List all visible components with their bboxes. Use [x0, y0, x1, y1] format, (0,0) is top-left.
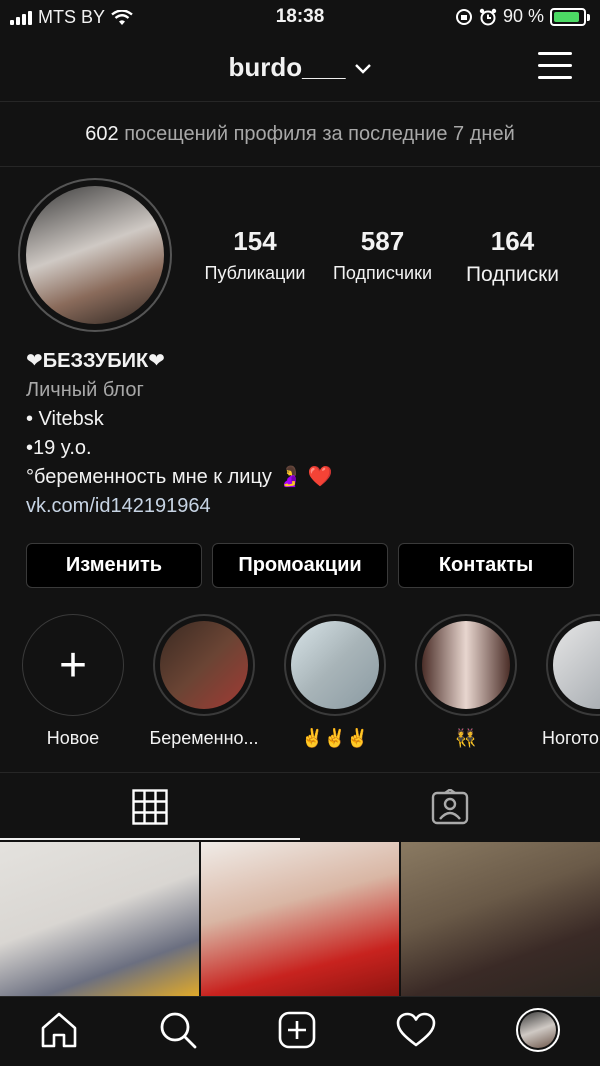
edit-profile-button[interactable]: Изменить	[26, 543, 202, 588]
status-bar: MTS BY 18:38 90 %	[0, 0, 600, 34]
stat-followers[interactable]: 587 Подписчики	[320, 226, 445, 287]
battery-icon	[550, 7, 590, 26]
profile-bio: ❤БЕЗЗУБИК❤ Личный блог • Vitebsk •19 y.o…	[26, 347, 586, 521]
battery-percent: 90 %	[502, 6, 544, 26]
account-switcher[interactable]: burdo___	[0, 52, 600, 83]
highlight-cover	[291, 621, 379, 709]
highlight-item[interactable]: Ногото	[542, 614, 600, 749]
stat-label: Публикации	[204, 263, 306, 283]
stat-label: Подписчики	[332, 263, 433, 283]
username-label: burdo___	[228, 52, 346, 82]
highlight-cover	[553, 621, 600, 709]
highlight-label: 👯	[454, 728, 478, 748]
profile-stats: 154 Публикации 587 Подписчики 164 Подпис…	[190, 226, 580, 287]
bio-line-status: °беременность мне к лицу 🤰 ❤️	[26, 466, 333, 488]
orientation-lock-icon	[455, 8, 472, 25]
home-icon[interactable]	[40, 1011, 78, 1049]
bio-line-location: • Vitebsk	[26, 408, 104, 430]
highlight-cover	[160, 621, 248, 709]
grid-icon	[132, 788, 168, 825]
tab-tagged[interactable]	[300, 773, 600, 840]
highlight-label: Новое	[46, 728, 100, 748]
alarm-icon	[479, 8, 497, 25]
post-thumbnail[interactable]	[200, 842, 400, 996]
menu-icon[interactable]	[538, 52, 572, 82]
stat-posts[interactable]: 154 Публикации	[190, 226, 320, 287]
tagged-person-icon	[431, 788, 469, 824]
category-label: Личный блог	[26, 379, 144, 401]
profile-avatar[interactable]	[18, 178, 172, 332]
story-highlights: + Новое Беременно... ✌️✌️✌️ 👯 Ногото	[0, 614, 600, 754]
promotions-button[interactable]: Промоакции	[212, 543, 388, 588]
plus-icon: +	[22, 614, 124, 716]
status-right: 90 %	[455, 6, 590, 27]
highlight-label: Беременно...	[149, 728, 259, 748]
profile-actions: Изменить Промоакции Контакты	[26, 543, 574, 588]
tab-grid[interactable]	[0, 773, 300, 840]
profile-header: burdo___	[0, 34, 600, 102]
contacts-button[interactable]: Контакты	[398, 543, 574, 588]
highlight-new[interactable]: + Новое	[18, 614, 128, 749]
profile-avatar-tab[interactable]	[516, 1007, 560, 1052]
post-thumbnail[interactable]	[0, 842, 199, 996]
display-name: ❤БЕЗЗУБИК❤	[26, 350, 165, 372]
avatar	[520, 1011, 556, 1048]
visits-text: посещений профиля за последние 7 дней	[124, 123, 515, 145]
activity-heart-icon[interactable]	[396, 1012, 436, 1048]
stat-value: 164	[490, 226, 535, 256]
chevron-down-icon	[354, 64, 371, 74]
highlight-item[interactable]: Беременно...	[149, 614, 259, 749]
stat-following[interactable]: 164 Подписки	[445, 226, 580, 287]
bio-link[interactable]: vk.com/id142191964	[26, 492, 586, 521]
post-grid	[0, 842, 600, 996]
bottom-nav	[0, 996, 600, 1066]
highlight-label: ✌️✌️✌️	[301, 728, 369, 748]
highlight-label: Ногото	[542, 728, 599, 748]
search-icon[interactable]	[158, 1010, 198, 1050]
visits-count: 602	[85, 123, 119, 145]
highlight-cover	[422, 621, 510, 709]
profile-visits-banner[interactable]: 602 посещений профиля за последние 7 дне…	[0, 103, 600, 167]
profile-tabs	[0, 772, 600, 840]
stat-label: Подписки	[465, 263, 560, 286]
bio-line-age: •19 y.o.	[26, 437, 92, 459]
highlight-item[interactable]: 👯	[411, 614, 521, 749]
stat-value: 154	[233, 226, 277, 256]
highlight-item[interactable]: ✌️✌️✌️	[280, 614, 390, 749]
post-thumbnail[interactable]	[401, 842, 600, 996]
stat-value: 587	[360, 226, 405, 256]
profile-photo	[26, 186, 164, 324]
new-post-icon[interactable]	[278, 1011, 316, 1049]
